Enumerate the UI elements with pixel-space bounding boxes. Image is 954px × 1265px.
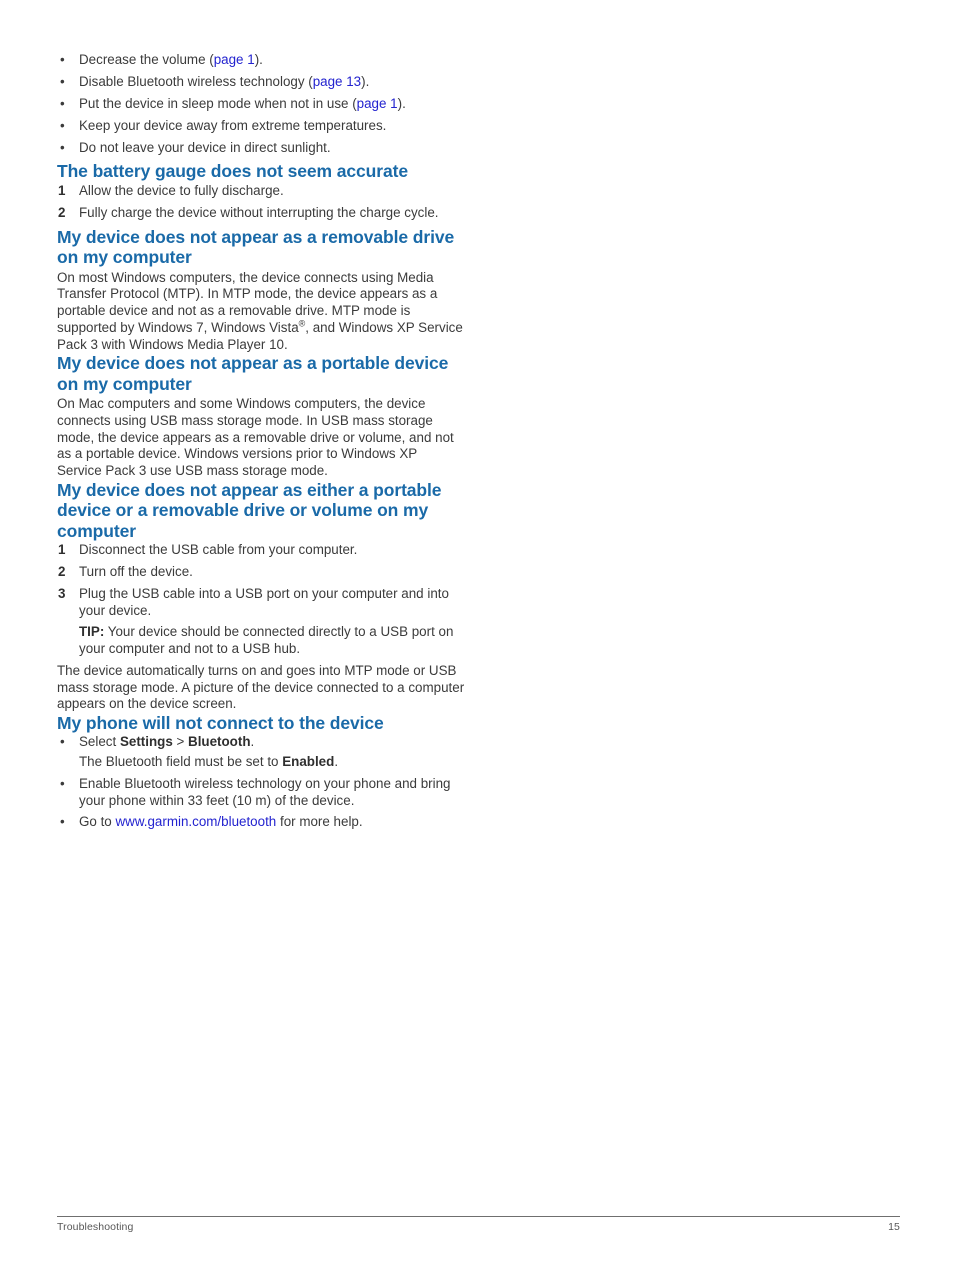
list-item: • Disable Bluetooth wireless technology (… — [57, 74, 465, 91]
list-item-text-pre: Disable Bluetooth wireless technology ( — [79, 73, 313, 89]
list-item: 1 Allow the device to fully discharge. — [57, 183, 465, 200]
select-label-end: . — [250, 733, 255, 749]
select-label: Select — [79, 733, 120, 749]
bluetooth-field-note: The Bluetooth field must be set to Enabl… — [79, 754, 465, 771]
heading-either-device: My device does not appear as either a po… — [57, 479, 442, 541]
bullet-icon: • — [60, 814, 65, 830]
heading-phone-connect: My phone will not connect to the device — [57, 713, 384, 734]
menu-path-separator: > — [172, 733, 189, 749]
page-reference-link[interactable]: page 1 — [214, 52, 255, 67]
list-item: • Do not leave your device in direct sunl… — [57, 140, 465, 157]
bullet-icon: • — [60, 117, 65, 133]
footer-page-number: 15 — [888, 1221, 900, 1233]
list-item: 2 Fully charge the device without interru… — [57, 205, 465, 222]
heading-removable-drive: My device does not appear as a removable… — [57, 226, 455, 268]
bluetooth-field-note-pre: The Bluetooth field must be set to — [79, 754, 283, 770]
tip-label: TIP: — [79, 624, 105, 640]
menu-path-settings: Settings — [119, 733, 173, 749]
list-item-text-post: ). — [361, 73, 370, 89]
list-item: 2 Turn off the device. — [57, 564, 465, 581]
tip-text: Your device should be connected directly… — [79, 624, 454, 657]
step-text: Turn off the device. — [79, 564, 193, 580]
garmin-bluetooth-url-link[interactable]: www.garmin.com/bluetooth — [115, 814, 276, 829]
phone-connect-list: • Select Settings > Bluetooth. The Blueto… — [57, 734, 465, 832]
step-text: Plug the USB cable into a USB port on yo… — [79, 586, 449, 618]
bluetooth-field-note-post: . — [334, 754, 339, 770]
page-reference-link[interactable]: page 1 — [357, 96, 398, 111]
bullet-icon: • — [60, 139, 65, 155]
step-text: Allow the device to fully discharge. — [79, 182, 284, 198]
tip-note: TIP: Your device should be connected dir… — [79, 624, 465, 657]
bullet-icon: • — [60, 733, 65, 749]
step-text: Fully charge the device without interrup… — [79, 204, 439, 220]
bullet-icon: • — [60, 95, 65, 111]
step-number: 1 — [58, 182, 66, 198]
list-item: • Keep your device away from extreme temp… — [57, 118, 465, 135]
step-number: 3 — [58, 586, 66, 602]
battery-tips-list: • Decrease the volume (page 1). • Disable … — [57, 52, 465, 156]
battery-gauge-steps: 1 Allow the device to fully discharge. 2F… — [57, 183, 465, 222]
document-page: • Decrease the volume (page 1). • Disable … — [0, 0, 954, 1265]
list-item-text-pre: Put the device in sleep mode when not in… — [79, 95, 357, 111]
paragraph-removable-drive: On most Windows computers, the device co… — [57, 270, 465, 354]
step-number: 1 — [58, 542, 66, 558]
list-item-text-pre: Do not leave your device in direct sunli… — [79, 139, 331, 155]
step-number: 2 — [58, 204, 66, 220]
paragraph-portable-device: On Mac computers and some Windows comput… — [57, 396, 454, 479]
menu-path-bluetooth: Bluetooth — [188, 733, 251, 749]
list-item: • Go to www.garmin.com/bluetooth for more… — [57, 814, 465, 831]
list-item-text: Enable Bluetooth wireless technology on … — [79, 776, 451, 808]
page-footer: Troubleshooting 15 — [57, 1216, 900, 1233]
bullet-icon: • — [60, 73, 65, 89]
footer-divider — [57, 1216, 900, 1217]
list-item: 3 Plug the USB cable into a USB port on y… — [57, 586, 465, 658]
list-item-text-pre: Go to — [79, 814, 116, 830]
footer-chapter-label: Troubleshooting — [57, 1221, 134, 1233]
step-text: Disconnect the USB cable from your compu… — [79, 542, 358, 558]
list-item: • Enable Bluetooth wireless technology on… — [57, 776, 465, 809]
bullet-icon: • — [60, 52, 65, 67]
list-item: • Select Settings > Bluetooth. The Blueto… — [57, 734, 465, 771]
list-item-text-post: ). — [254, 52, 263, 67]
page-reference-link[interactable]: page 13 — [313, 74, 361, 89]
bluetooth-enabled-value: Enabled — [282, 754, 335, 770]
step-number: 2 — [58, 564, 66, 580]
list-item-text-pre: Decrease the volume ( — [79, 52, 214, 67]
either-device-steps: 1 Disconnect the USB cable from your comp… — [57, 542, 465, 658]
list-item-text-post: ). — [397, 95, 406, 111]
footer-row: Troubleshooting 15 — [57, 1221, 900, 1233]
paragraph-either-closing: The device automatically turns on and go… — [57, 663, 465, 712]
list-item-text-pre: Keep your device away from extreme tempe… — [79, 117, 387, 133]
heading-portable-device: My device does not appear as a portable … — [57, 353, 449, 394]
page-content-column: • Decrease the volume (page 1). • Disable … — [57, 52, 465, 836]
heading-battery-gauge: The battery gauge does not seem accurate — [57, 161, 408, 182]
bullet-icon: • — [60, 776, 65, 792]
list-item-text-post: for more help. — [276, 814, 363, 830]
list-item: • Decrease the volume (page 1). — [57, 52, 465, 69]
list-item: 1 Disconnect the USB cable from your comp… — [57, 542, 465, 559]
list-item: • Put the device in sleep mode when not i… — [57, 96, 465, 113]
